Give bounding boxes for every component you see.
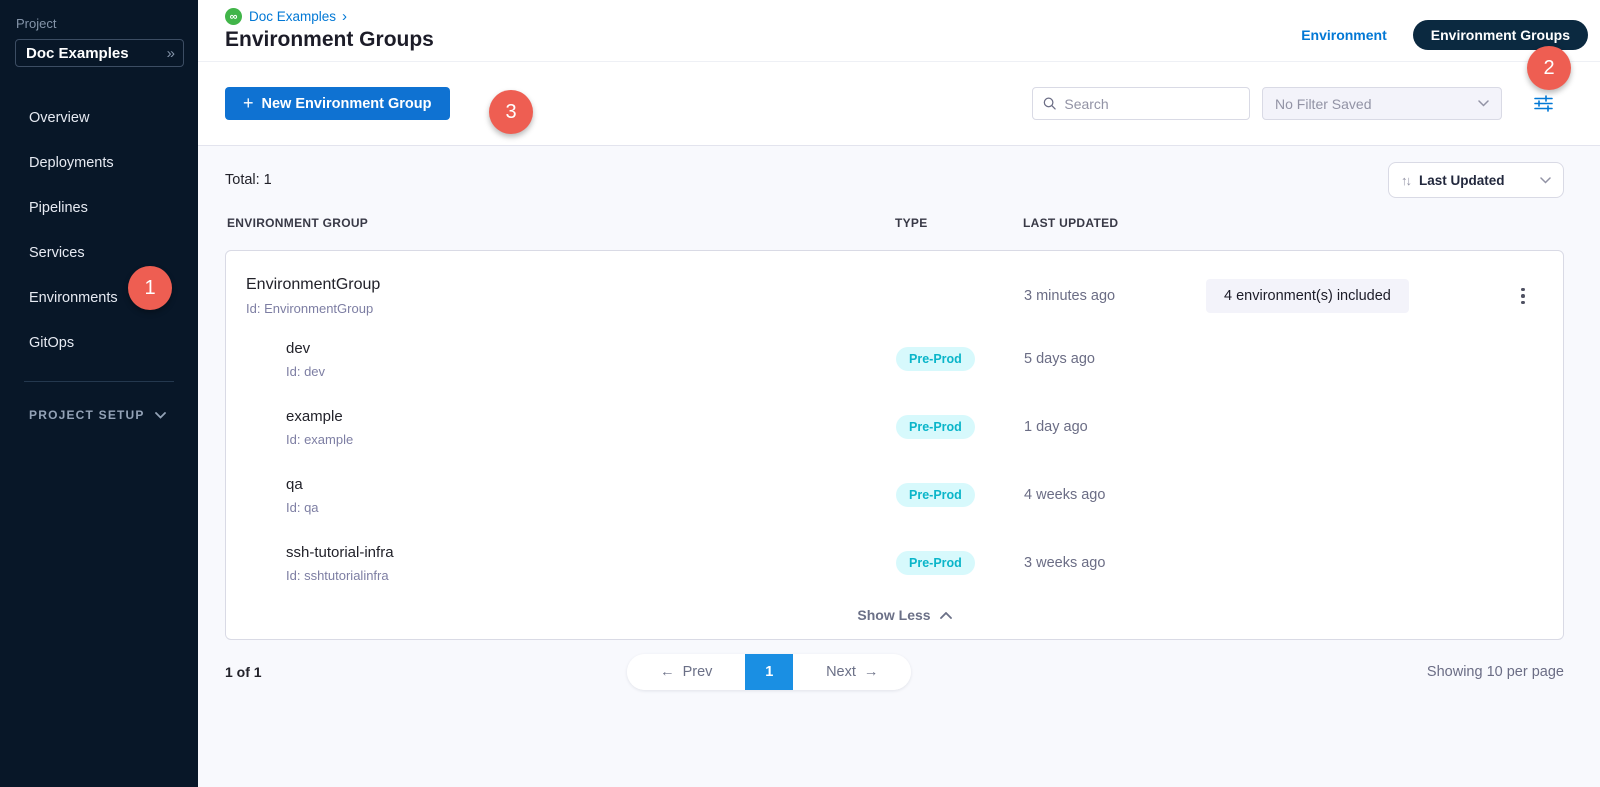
sidebar-item-overview[interactable]: Overview bbox=[0, 95, 198, 140]
environment-id: Id: example bbox=[286, 432, 896, 447]
table-row-environment[interactable]: dev Id: dev Pre-Prod 5 days ago bbox=[246, 325, 1563, 393]
chevron-down-icon bbox=[1540, 177, 1551, 184]
sliders-icon bbox=[1534, 95, 1553, 112]
environment-last-updated: 3 weeks ago bbox=[1024, 555, 1206, 571]
sidebar-item-pipelines[interactable]: Pipelines bbox=[0, 185, 198, 230]
environment-name: example bbox=[286, 408, 896, 425]
search-icon bbox=[1043, 96, 1056, 111]
tab-environment-groups[interactable]: Environment Groups bbox=[1413, 20, 1588, 50]
sidebar-item-deployments[interactable]: Deployments bbox=[0, 140, 198, 185]
column-environment-group: ENVIRONMENT GROUP bbox=[227, 216, 895, 230]
project-name: Doc Examples bbox=[26, 45, 129, 62]
group-last-updated: 3 minutes ago bbox=[1024, 288, 1206, 304]
chevron-down-icon bbox=[155, 412, 166, 419]
environment-name: ssh-tutorial-infra bbox=[286, 544, 896, 561]
prev-page-button[interactable]: ← Prev bbox=[627, 654, 745, 690]
sort-dropdown[interactable]: ↑↓ Last Updated bbox=[1388, 162, 1564, 198]
breadcrumb: ∞ Doc Examples › bbox=[225, 8, 434, 25]
environment-id: Id: qa bbox=[286, 500, 896, 515]
table-row-environment[interactable]: qa Id: qa Pre-Prod 4 weeks ago bbox=[246, 461, 1563, 529]
environment-last-updated: 5 days ago bbox=[1024, 351, 1206, 367]
pager: ← Prev 1 Next → bbox=[627, 654, 911, 690]
type-badge: Pre-Prod bbox=[896, 483, 975, 507]
table-row-group[interactable]: EnvironmentGroup Id: EnvironmentGroup 3 … bbox=[246, 267, 1563, 325]
environments-included-badge: 4 environment(s) included bbox=[1206, 279, 1409, 313]
per-page-info: Showing 10 per page bbox=[1427, 664, 1564, 680]
column-type: TYPE bbox=[895, 216, 1023, 230]
environment-last-updated: 4 weeks ago bbox=[1024, 487, 1206, 503]
tab-environment[interactable]: Environment bbox=[1301, 27, 1387, 43]
next-page-button[interactable]: Next → bbox=[793, 654, 911, 690]
app-window: Project Doc Examples » Overview Deployme… bbox=[0, 0, 1600, 787]
sidebar-item-gitops[interactable]: GitOps bbox=[0, 320, 198, 365]
environment-name: dev bbox=[286, 340, 896, 357]
chevron-up-icon bbox=[940, 612, 952, 619]
page-title: Environment Groups bbox=[225, 28, 434, 52]
sidebar-section-project-setup[interactable]: PROJECT SETUP bbox=[29, 408, 198, 422]
pagination: 1 of 1 ← Prev 1 Next → Showing 10 per pa… bbox=[225, 654, 1564, 690]
breadcrumb-separator-icon: › bbox=[342, 8, 347, 25]
group-id: Id: EnvironmentGroup bbox=[246, 301, 896, 316]
arrow-right-icon: → bbox=[864, 664, 879, 680]
column-last-updated: LAST UPDATED bbox=[1023, 216, 1564, 230]
environment-last-updated: 1 day ago bbox=[1024, 419, 1206, 435]
saved-filter-dropdown[interactable]: No Filter Saved bbox=[1262, 87, 1502, 120]
sidebar-item-services[interactable]: Services bbox=[0, 230, 198, 275]
project-label: Project bbox=[16, 16, 198, 31]
sort-arrows-icon: ↑↓ bbox=[1401, 173, 1410, 188]
table-header-row: ENVIRONMENT GROUP TYPE LAST UPDATED bbox=[227, 216, 1564, 230]
type-badge: Pre-Prod bbox=[896, 415, 975, 439]
environment-name: qa bbox=[286, 476, 896, 493]
show-less-button[interactable]: Show Less bbox=[246, 597, 1563, 631]
arrow-left-icon: ← bbox=[660, 664, 675, 680]
page-header: ∞ Doc Examples › Environment Groups Envi… bbox=[198, 0, 1600, 62]
environment-group-card: EnvironmentGroup Id: EnvironmentGroup 3 … bbox=[225, 250, 1564, 640]
filter-settings-button[interactable] bbox=[1534, 95, 1553, 112]
breadcrumb-project-link[interactable]: Doc Examples bbox=[249, 9, 336, 24]
kebab-menu-icon[interactable] bbox=[1513, 284, 1533, 309]
content-area: Total: 1 ↑↓ Last Updated ENVIRONMENT GRO… bbox=[198, 162, 1600, 690]
cd-module-icon: ∞ bbox=[225, 8, 242, 25]
double-chevron-icon: » bbox=[167, 45, 173, 62]
plus-icon: + bbox=[243, 93, 254, 114]
environment-id: Id: dev bbox=[286, 364, 896, 379]
step-badge-2: 2 bbox=[1527, 46, 1571, 90]
main-panel: ∞ Doc Examples › Environment Groups Envi… bbox=[198, 0, 1600, 787]
total-count: Total: 1 bbox=[225, 172, 272, 188]
environment-id: Id: sshtutorialinfra bbox=[286, 568, 896, 583]
new-environment-group-button[interactable]: + New Environment Group bbox=[225, 87, 450, 120]
search-input[interactable] bbox=[1064, 96, 1239, 112]
type-badge: Pre-Prod bbox=[896, 551, 975, 575]
page-info: 1 of 1 bbox=[225, 664, 262, 680]
step-badge-1: 1 bbox=[128, 266, 172, 310]
table-row-environment[interactable]: example Id: example Pre-Prod 1 day ago bbox=[246, 393, 1563, 461]
project-selector[interactable]: Doc Examples » bbox=[15, 39, 184, 67]
current-page-button[interactable]: 1 bbox=[745, 654, 793, 690]
toolbar: + New Environment Group 3 No Filter Save… bbox=[198, 62, 1600, 146]
sidebar: Project Doc Examples » Overview Deployme… bbox=[0, 0, 198, 787]
sidebar-nav: Overview Deployments Pipelines Services … bbox=[0, 95, 198, 365]
search-box bbox=[1032, 87, 1250, 120]
group-name: EnvironmentGroup bbox=[246, 276, 896, 294]
table-row-environment[interactable]: ssh-tutorial-infra Id: sshtutorialinfra … bbox=[246, 529, 1563, 597]
sidebar-divider bbox=[24, 381, 174, 382]
step-badge-3: 3 bbox=[489, 90, 533, 134]
type-badge: Pre-Prod bbox=[896, 347, 975, 371]
chevron-down-icon bbox=[1478, 100, 1489, 107]
